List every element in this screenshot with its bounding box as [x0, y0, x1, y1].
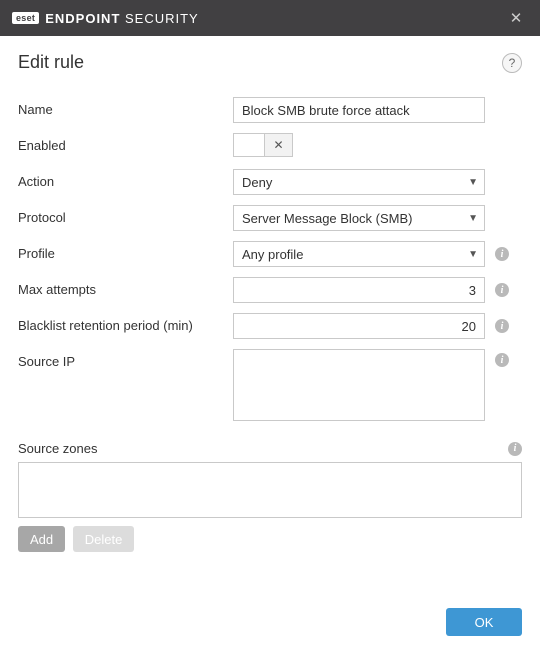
page-title: Edit rule [18, 52, 84, 73]
brand-text: ENDPOINT SECURITY [45, 11, 199, 26]
zones-section: Source zones i Add Delete [18, 441, 522, 552]
info-icon[interactable]: i [495, 247, 509, 261]
label-protocol: Protocol [18, 205, 233, 225]
zones-header: Source zones i [18, 441, 522, 456]
info-icon[interactable]: i [495, 283, 509, 297]
row-source-ip: Source IP i [18, 349, 522, 421]
info-icon[interactable]: i [495, 319, 509, 333]
max-attempts-input[interactable] [233, 277, 485, 303]
close-icon[interactable]: ✕ [504, 6, 528, 30]
action-value: Deny [242, 175, 272, 190]
label-source-zones: Source zones [18, 441, 98, 456]
row-profile: Profile Any profile ▼ i [18, 241, 522, 267]
name-input[interactable] [233, 97, 485, 123]
row-protocol: Protocol Server Message Block (SMB) ▼ [18, 205, 522, 231]
label-blacklist: Blacklist retention period (min) [18, 313, 233, 333]
row-max-attempts: Max attempts i [18, 277, 522, 303]
delete-button[interactable]: Delete [73, 526, 135, 552]
brand-light: SECURITY [120, 11, 198, 26]
blacklist-retention-input[interactable] [233, 313, 485, 339]
source-zones-list[interactable] [18, 462, 522, 518]
row-action: Action Deny ▼ [18, 169, 522, 195]
label-max-attempts: Max attempts [18, 277, 233, 297]
profile-select[interactable]: Any profile ▼ [233, 241, 485, 267]
toggle-off-icon: ✕ [264, 134, 292, 156]
row-blacklist: Blacklist retention period (min) i [18, 313, 522, 339]
ok-button[interactable]: OK [446, 608, 522, 636]
titlebar: eset ENDPOINT SECURITY ✕ [0, 0, 540, 36]
protocol-value: Server Message Block (SMB) [242, 211, 413, 226]
zones-buttons: Add Delete [18, 526, 522, 552]
info-icon[interactable]: i [495, 353, 509, 367]
label-action: Action [18, 169, 233, 189]
brand-badge: eset [12, 12, 39, 24]
label-name: Name [18, 97, 233, 117]
row-enabled: Enabled ✕ [18, 133, 522, 159]
chevron-down-icon: ▼ [468, 213, 478, 224]
row-name: Name [18, 97, 522, 123]
footer: OK [0, 594, 540, 650]
content: Edit rule ? Name Enabled ✕ Action Deny ▼… [0, 36, 540, 552]
page-header: Edit rule ? [18, 52, 522, 73]
add-button[interactable]: Add [18, 526, 65, 552]
label-source-ip: Source IP [18, 349, 233, 369]
help-icon[interactable]: ? [502, 53, 522, 73]
profile-value: Any profile [242, 247, 303, 262]
info-icon[interactable]: i [508, 442, 522, 456]
action-select[interactable]: Deny ▼ [233, 169, 485, 195]
brand-bold: ENDPOINT [45, 11, 120, 26]
label-enabled: Enabled [18, 133, 233, 153]
label-profile: Profile [18, 241, 233, 261]
source-ip-input[interactable] [233, 349, 485, 421]
protocol-select[interactable]: Server Message Block (SMB) ▼ [233, 205, 485, 231]
chevron-down-icon: ▼ [468, 177, 478, 188]
chevron-down-icon: ▼ [468, 249, 478, 260]
enabled-toggle[interactable]: ✕ [233, 133, 293, 157]
